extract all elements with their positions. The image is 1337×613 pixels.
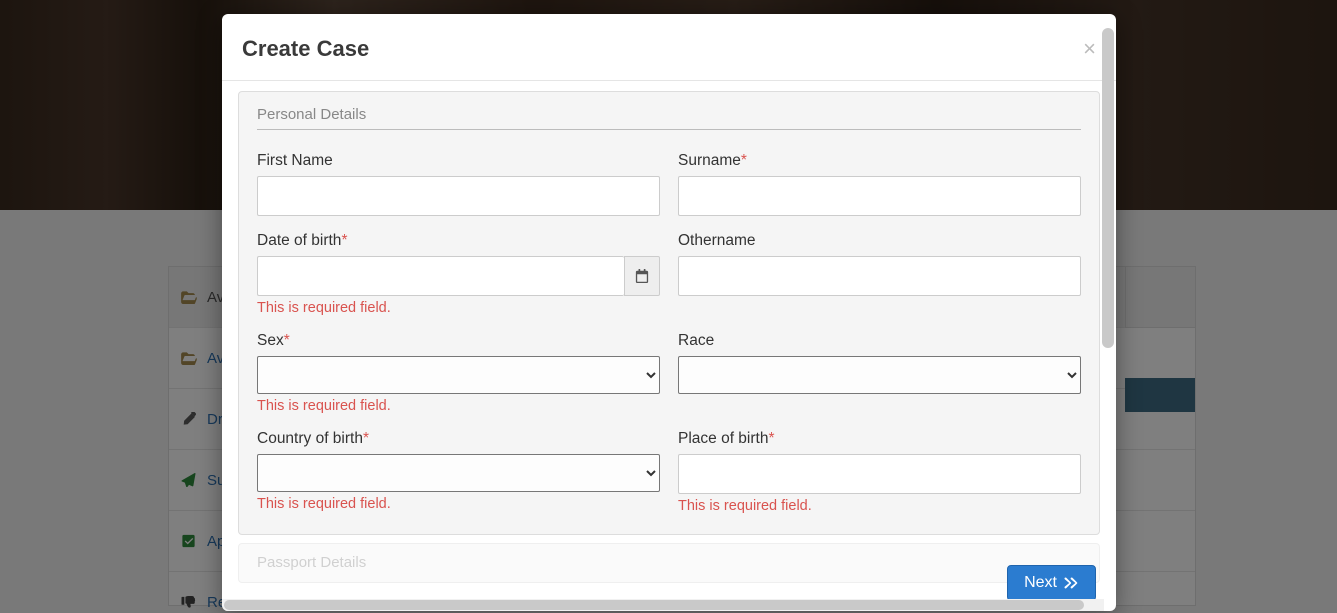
create-case-modal: Create Case × Personal Details First Nam… <box>222 14 1116 611</box>
sex-label: Sex* <box>257 332 660 350</box>
modal-h-scrollbar[interactable] <box>222 599 1116 611</box>
section-title: Personal Details <box>257 106 1081 130</box>
race-group: Race <box>678 332 1081 414</box>
first-name-label: First Name <box>257 152 660 170</box>
required-mark: * <box>341 232 347 249</box>
modal-body: Personal Details First Name Surname* Dat… <box>222 81 1116 611</box>
dob-error: This is required field. <box>257 300 660 316</box>
surname-input[interactable] <box>678 176 1081 216</box>
surname-label: Surname* <box>678 152 1081 170</box>
surname-label-text: Surname <box>678 152 741 169</box>
country-label-text: Country of birth <box>257 430 363 447</box>
place-label-text: Place of birth <box>678 430 768 447</box>
dob-input[interactable] <box>257 256 624 296</box>
personal-details-panel: Personal Details First Name Surname* Dat… <box>238 91 1100 535</box>
place-error: This is required field. <box>678 498 1081 514</box>
othername-label: Othername <box>678 232 1081 250</box>
race-label: Race <box>678 332 1081 350</box>
next-button-label: Next <box>1024 574 1057 592</box>
sex-group: Sex* This is required field. <box>257 332 660 414</box>
next-button[interactable]: Next <box>1007 565 1096 601</box>
section-title: Passport Details <box>257 554 366 571</box>
country-group: Country of birth* This is required field… <box>257 430 660 514</box>
modal-scrollbar[interactable] <box>1102 28 1114 348</box>
place-input[interactable] <box>678 454 1081 494</box>
country-label: Country of birth* <box>257 430 660 448</box>
calendar-icon[interactable] <box>624 256 660 296</box>
country-error: This is required field. <box>257 496 660 512</box>
passport-details-panel: Passport Details <box>238 543 1100 583</box>
first-name-group: First Name <box>257 152 660 216</box>
dob-group: Date of birth* This is required field. <box>257 232 660 316</box>
dob-label: Date of birth* <box>257 232 660 250</box>
othername-input[interactable] <box>678 256 1081 296</box>
modal-title: Create Case <box>242 36 369 62</box>
othername-group: Othername <box>678 232 1081 316</box>
race-select[interactable] <box>678 356 1081 394</box>
place-label: Place of birth* <box>678 430 1081 448</box>
dob-label-text: Date of birth <box>257 232 341 249</box>
close-icon[interactable]: × <box>1083 38 1096 60</box>
required-mark: * <box>363 430 369 447</box>
sex-error: This is required field. <box>257 398 660 414</box>
required-mark: * <box>768 430 774 447</box>
place-group: Place of birth* This is required field. <box>678 430 1081 514</box>
sex-select[interactable] <box>257 356 660 394</box>
forward-icon <box>1063 576 1079 590</box>
country-select[interactable] <box>257 454 660 492</box>
surname-group: Surname* <box>678 152 1081 216</box>
modal-header: Create Case × <box>222 14 1116 81</box>
sex-label-text: Sex <box>257 332 284 349</box>
first-name-input[interactable] <box>257 176 660 216</box>
required-mark: * <box>741 152 747 169</box>
required-mark: * <box>284 332 290 349</box>
